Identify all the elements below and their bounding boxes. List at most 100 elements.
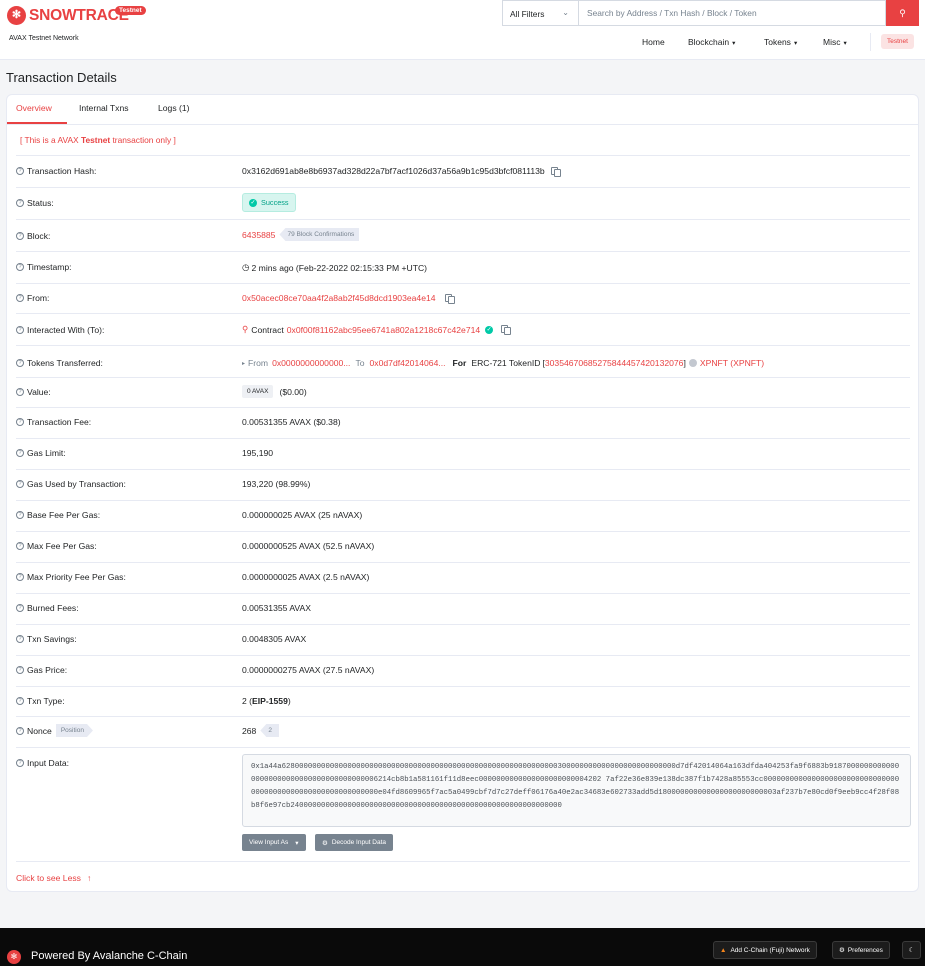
nav-tokens[interactable]: Tokens ▾ <box>764 37 797 47</box>
question-icon[interactable]: ? <box>16 726 24 735</box>
contract-prefix: Contract <box>251 324 284 335</box>
dark-mode-toggle[interactable]: ☾ <box>902 941 921 959</box>
from-address-link[interactable]: 0x50acec08ce70aa4f2a8ab2f45d8dcd1903ea4e… <box>242 293 436 303</box>
row-input-data: ? Input Data: 0x1a44a62800000000000000000… <box>16 747 911 861</box>
value-tokens-transferred: ▸ From 0x0000000000000... To 0x0d7df4201… <box>242 358 764 368</box>
question-icon[interactable]: ? <box>16 232 24 240</box>
value-gas-price: 0.0000000275 AVAX (27.5 nAVAX) <box>242 665 375 675</box>
question-icon[interactable]: ? <box>16 294 24 302</box>
contract-address-link[interactable]: 0x0f00f81162abc95ee6741a802a1218c67c42e7… <box>287 325 480 335</box>
value-timestamp: ◷ 2 mins ago (Feb-22-2022 02:15:33 PM +UT… <box>242 262 427 273</box>
token-from-link[interactable]: 0x0000000000000... <box>272 358 350 368</box>
tab-logs[interactable]: Logs (1) <box>158 103 190 113</box>
question-icon[interactable]: ? <box>16 697 24 705</box>
tab-overview[interactable]: Overview <box>16 103 52 113</box>
see-less-link[interactable]: Click to see Less ↑ <box>16 873 91 883</box>
label-from: ? From: <box>16 293 49 303</box>
question-icon[interactable]: ? <box>16 359 24 367</box>
verified-check-icon: ✓ <box>485 325 494 334</box>
copy-icon[interactable] <box>550 166 561 177</box>
row-max-priority-fee: ? Max Priority Fee Per Gas: 0.0000000025 … <box>16 562 910 593</box>
question-icon[interactable]: ? <box>16 604 24 612</box>
active-tab-indicator <box>7 122 67 124</box>
logo-text: SNOWTRACE <box>29 6 129 24</box>
caret-right-icon: ▸ <box>242 360 246 367</box>
snowtrace-logo[interactable]: ✻ SNOWTRACE Testnet <box>7 6 146 25</box>
question-icon[interactable]: ? <box>16 449 24 457</box>
row-see-less: Click to see Less ↑ <box>16 861 910 891</box>
row-from: ? From: 0x50acec08ce70aa4f2a8ab2f45d8dcd1… <box>16 283 910 313</box>
label-text: Base Fee Per Gas: <box>27 510 101 520</box>
nav-blockchain[interactable]: Blockchain ▾ <box>688 37 735 47</box>
site-footer: ✻ Powered By Avalanche C-Chain ▲ Add C-Ch… <box>0 928 925 966</box>
question-icon[interactable]: ? <box>16 199 24 207</box>
question-icon[interactable]: ? <box>16 542 24 550</box>
moon-icon: ☾ <box>908 947 915 954</box>
copy-icon[interactable] <box>501 325 512 335</box>
label-text: Value: <box>27 387 51 397</box>
preferences-button[interactable]: ⚙ Preferences <box>832 941 890 959</box>
input-data-textarea[interactable]: 0x1a44a628000000000000000000000000000000… <box>242 754 911 827</box>
check-circle-icon: ✓ <box>249 198 257 207</box>
search-filter-select[interactable]: All Filters ⌄ <box>502 0 578 26</box>
row-block: ? Block: 6435885 79 Block Confirmations <box>16 219 910 251</box>
label-input-data: ? Input Data: <box>16 758 69 768</box>
question-icon[interactable]: ? <box>16 418 24 426</box>
decode-input-button[interactable]: ⚙ Decode Input Data <box>315 834 394 851</box>
view-input-as-button[interactable]: View Input As ▾ <box>242 834 306 851</box>
site-header: ✻ SNOWTRACE Testnet AVAX Testnet Network… <box>0 0 925 60</box>
search-button[interactable]: ⚲ <box>886 0 919 26</box>
copy-icon[interactable] <box>444 293 455 304</box>
token-id-link[interactable]: 30354670685275844457420132076 <box>545 358 684 368</box>
token-from-label: From <box>248 358 269 368</box>
footer-powered-by: Powered By Avalanche C-Chain <box>31 950 188 962</box>
question-icon[interactable]: ? <box>16 480 24 488</box>
question-icon[interactable]: ? <box>16 167 24 175</box>
chevron-down-icon: ⌄ <box>562 8 569 17</box>
value-max-fee: 0.0000000525 AVAX (52.5 nAVAX) <box>242 541 375 551</box>
label-text: Gas Used by Transaction: <box>27 479 126 489</box>
row-max-fee: ? Max Fee Per Gas: 0.0000000525 AVAX (52.… <box>16 531 910 562</box>
testnet-network-badge[interactable]: Testnet <box>881 34 914 49</box>
label-tx-hash: ? Transaction Hash: <box>16 166 96 176</box>
gear-icon: ⚙ <box>839 947 845 954</box>
token-to-link[interactable]: 0x0d7df42014064... <box>370 358 446 368</box>
nav-home[interactable]: Home <box>642 37 665 47</box>
txn-type-name: EIP-1559 <box>252 696 288 706</box>
preferences-label: Preferences <box>847 946 883 954</box>
block-link[interactable]: 6435885 <box>242 230 275 240</box>
nonce-position-badge: 2 <box>260 724 279 737</box>
nav-divider <box>870 33 871 51</box>
question-icon[interactable]: ? <box>16 511 24 519</box>
question-icon[interactable]: ? <box>16 635 24 643</box>
row-status: ? Status: ✓ Success <box>16 187 910 219</box>
add-network-button[interactable]: ▲ Add C-Chain (Fuji) Network <box>713 941 817 959</box>
question-icon[interactable]: ? <box>16 326 24 334</box>
tab-internal-txns[interactable]: Internal Txns <box>79 103 129 113</box>
question-icon[interactable]: ? <box>16 759 24 767</box>
question-icon[interactable]: ? <box>16 573 24 581</box>
contract-search-icon: ⚲ <box>242 324 249 334</box>
position-badge: Position <box>56 724 93 737</box>
chevron-down-icon: ▾ <box>732 40 736 47</box>
search-icon: ⚲ <box>899 8 906 18</box>
testnet-notice: [ This is a AVAX Testnet transaction onl… <box>20 135 176 145</box>
filter-value: All Filters <box>510 9 545 19</box>
question-icon[interactable]: ? <box>16 388 24 396</box>
label-text: Status: <box>27 198 54 208</box>
search-input[interactable] <box>578 0 886 26</box>
nav-misc[interactable]: Misc ▾ <box>823 37 847 47</box>
question-icon[interactable]: ? <box>16 666 24 674</box>
tx-hash-text: 0x3162d691ab8e8b6937ad328d22a7bf7acf1026… <box>242 166 545 176</box>
notice-open: [ This is a AVAX <box>20 135 81 145</box>
nav-misc-label: Misc <box>823 37 841 47</box>
paren-close: ) <box>287 696 291 706</box>
token-name-link[interactable]: XPNFT (XPNFT) <box>700 358 764 368</box>
status-text: Success <box>261 198 289 207</box>
row-nonce: ? Nonce Position 268 2 <box>16 716 910 747</box>
timestamp-text: 2 mins ago (Feb-22-2022 02:15:33 PM +UTC… <box>251 262 428 273</box>
tab-bar: Overview Internal Txns Logs (1) <box>7 95 918 125</box>
row-txn-type: ? Txn Type: 2 (EIP-1559) <box>16 686 910 716</box>
question-icon[interactable]: ? <box>16 263 24 271</box>
label-txn-fee: ? Transaction Fee: <box>16 417 91 427</box>
